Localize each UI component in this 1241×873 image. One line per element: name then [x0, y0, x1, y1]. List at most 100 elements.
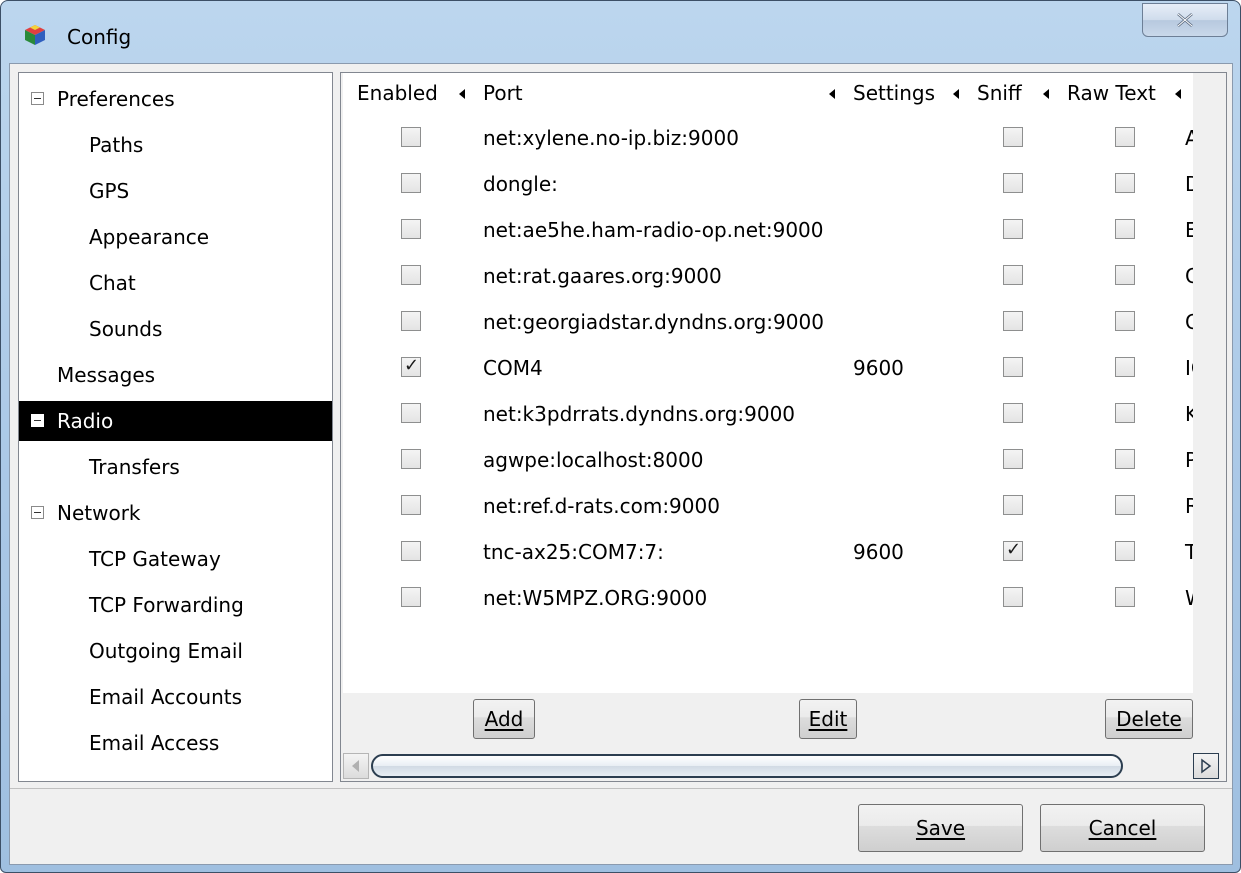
enabled-checkbox[interactable] [401, 403, 421, 423]
sort-settings-icon[interactable] [953, 89, 959, 99]
column-raw-text[interactable]: Raw Text [1067, 81, 1156, 105]
tree-item-appearance[interactable]: Appearance [19, 217, 332, 257]
raw-text-checkbox[interactable] [1115, 127, 1135, 147]
config-window: Config Preferences Paths GPS Appearance Chat… [0, 0, 1241, 873]
port-cell: net:ae5he.ham-radio-op.net:9000 [483, 218, 824, 242]
raw-text-checkbox[interactable] [1115, 219, 1135, 239]
tree-item-radio[interactable]: Radio [19, 401, 332, 441]
sniff-checkbox[interactable] [1003, 587, 1023, 607]
sniff-checkbox[interactable] [1003, 127, 1023, 147]
sniff-checkbox[interactable] [1003, 173, 1023, 193]
tree-item-email-accounts[interactable]: Email Accounts [19, 677, 332, 717]
title-bar[interactable]: Config [1, 1, 1240, 63]
enabled-checkbox[interactable] [401, 173, 421, 193]
sniff-checkbox[interactable] [1003, 219, 1023, 239]
raw-text-checkbox[interactable] [1115, 357, 1135, 377]
cancel-button[interactable]: Cancel [1040, 804, 1205, 852]
enabled-checkbox[interactable] [401, 587, 421, 607]
tree-item-network[interactable]: Network [19, 493, 332, 533]
tree-item-label: Email Accounts [89, 685, 243, 709]
enabled-checkbox[interactable] [401, 219, 421, 239]
column-sniff[interactable]: Sniff [977, 81, 1022, 105]
add-button[interactable]: Add [473, 699, 535, 739]
tree-item-transfers[interactable]: Transfers [19, 447, 332, 487]
horizontal-scrollbar[interactable] [341, 751, 1226, 781]
tree-item-preferences[interactable]: Preferences [19, 79, 332, 119]
collapse-icon[interactable] [31, 506, 44, 519]
tree-item-label: TCP Gateway [89, 547, 221, 571]
table-row[interactable]: net:georgiadstar.dyndns.org:9000 G. [343, 299, 1193, 345]
table-row[interactable]: net:ae5he.ham-radio-op.net:9000 El [343, 207, 1193, 253]
name-cell: T: [1185, 540, 1193, 564]
scroll-thumb[interactable] [371, 754, 1123, 778]
raw-text-checkbox[interactable] [1115, 265, 1135, 285]
save-button[interactable]: Save [858, 804, 1023, 852]
table-row[interactable]: agwpe:localhost:8000 P. [343, 437, 1193, 483]
sort-enabled-icon[interactable] [459, 89, 465, 99]
table-row[interactable]: net:ref.d-rats.com:9000 R. [343, 483, 1193, 529]
raw-text-checkbox[interactable] [1115, 449, 1135, 469]
tree-item-sounds[interactable]: Sounds [19, 309, 332, 349]
port-cell: net:W5MPZ.ORG:9000 [483, 586, 708, 610]
scroll-left-button[interactable] [343, 753, 369, 779]
sort-raw-text-icon[interactable] [1175, 89, 1181, 99]
sort-port-icon[interactable] [829, 89, 835, 99]
tree-item-label: Email Access [89, 731, 220, 755]
sniff-checkbox[interactable] [1003, 311, 1023, 331]
enabled-checkbox[interactable] [401, 449, 421, 469]
app-cube-icon [25, 25, 45, 45]
settings-tree[interactable]: Preferences Paths GPS Appearance Chat Sounds M… [18, 72, 333, 782]
tree-item-email-access[interactable]: Email Access [19, 723, 332, 763]
enabled-checkbox[interactable] [401, 495, 421, 515]
sniff-checkbox[interactable] [1003, 357, 1023, 377]
table-row[interactable]: dongle: D' [343, 161, 1193, 207]
sniff-checkbox[interactable] [1003, 265, 1023, 285]
ports-panel: Enabled Port Settings Sniff Raw Text Na … [340, 72, 1227, 782]
raw-text-checkbox[interactable] [1115, 541, 1135, 561]
tree-item-label: Appearance [89, 225, 210, 249]
table-row[interactable]: net:rat.gaares.org:9000 G. [343, 253, 1193, 299]
port-cell: COM4 [483, 356, 543, 380]
enabled-checkbox[interactable] [401, 127, 421, 147]
raw-text-checkbox[interactable] [1115, 587, 1135, 607]
column-enabled[interactable]: Enabled [357, 81, 438, 105]
scroll-right-button[interactable] [1193, 753, 1219, 779]
column-settings[interactable]: Settings [853, 81, 935, 105]
tree-item-chat[interactable]: Chat [19, 263, 332, 303]
sniff-checkbox[interactable] [1003, 449, 1023, 469]
enabled-checkbox[interactable] [401, 265, 421, 285]
sniff-checkbox[interactable] [1003, 539, 1023, 561]
column-port[interactable]: Port [483, 81, 523, 105]
tree-item-gps[interactable]: GPS [19, 171, 332, 211]
raw-text-checkbox[interactable] [1115, 311, 1135, 331]
tree-item-outgoing-email[interactable]: Outgoing Email [19, 631, 332, 671]
raw-text-checkbox[interactable] [1115, 495, 1135, 515]
tree-item-messages[interactable]: Messages [19, 355, 332, 395]
name-cell: P. [1185, 448, 1193, 472]
port-cell: agwpe:localhost:8000 [483, 448, 704, 472]
table-row[interactable]: tnc-ax25:COM7:7: 9600 T: [343, 529, 1193, 575]
port-cell: net:rat.gaares.org:9000 [483, 264, 722, 288]
table-row[interactable]: net:W5MPZ.ORG:9000 W [343, 575, 1193, 621]
edit-button[interactable]: Edit [799, 699, 857, 739]
sniff-checkbox[interactable] [1003, 403, 1023, 423]
table-row[interactable]: net:k3pdrrats.dyndns.org:9000 K: [343, 391, 1193, 437]
tree-item-tcp-gateway[interactable]: TCP Gateway [19, 539, 332, 579]
sniff-checkbox[interactable] [1003, 495, 1023, 515]
enabled-checkbox[interactable] [401, 541, 421, 561]
tree-item-paths[interactable]: Paths [19, 125, 332, 165]
collapse-icon[interactable] [31, 414, 44, 427]
tree-item-tcp-forwarding[interactable]: TCP Forwarding [19, 585, 332, 625]
delete-button[interactable]: Delete [1105, 699, 1193, 739]
enabled-checkbox[interactable] [401, 311, 421, 331]
sort-sniff-icon[interactable] [1043, 89, 1049, 99]
name-cell: K: [1185, 402, 1193, 426]
port-cell: net:ref.d-rats.com:9000 [483, 494, 720, 518]
collapse-icon[interactable] [31, 92, 44, 105]
raw-text-checkbox[interactable] [1115, 403, 1135, 423]
raw-text-checkbox[interactable] [1115, 173, 1135, 193]
table-row[interactable]: net:xylene.no-ip.biz:9000 A [343, 115, 1193, 161]
enabled-checkbox[interactable] [401, 355, 421, 377]
table-row[interactable]: COM4 9600 IC [343, 345, 1193, 391]
close-button[interactable] [1142, 3, 1228, 37]
